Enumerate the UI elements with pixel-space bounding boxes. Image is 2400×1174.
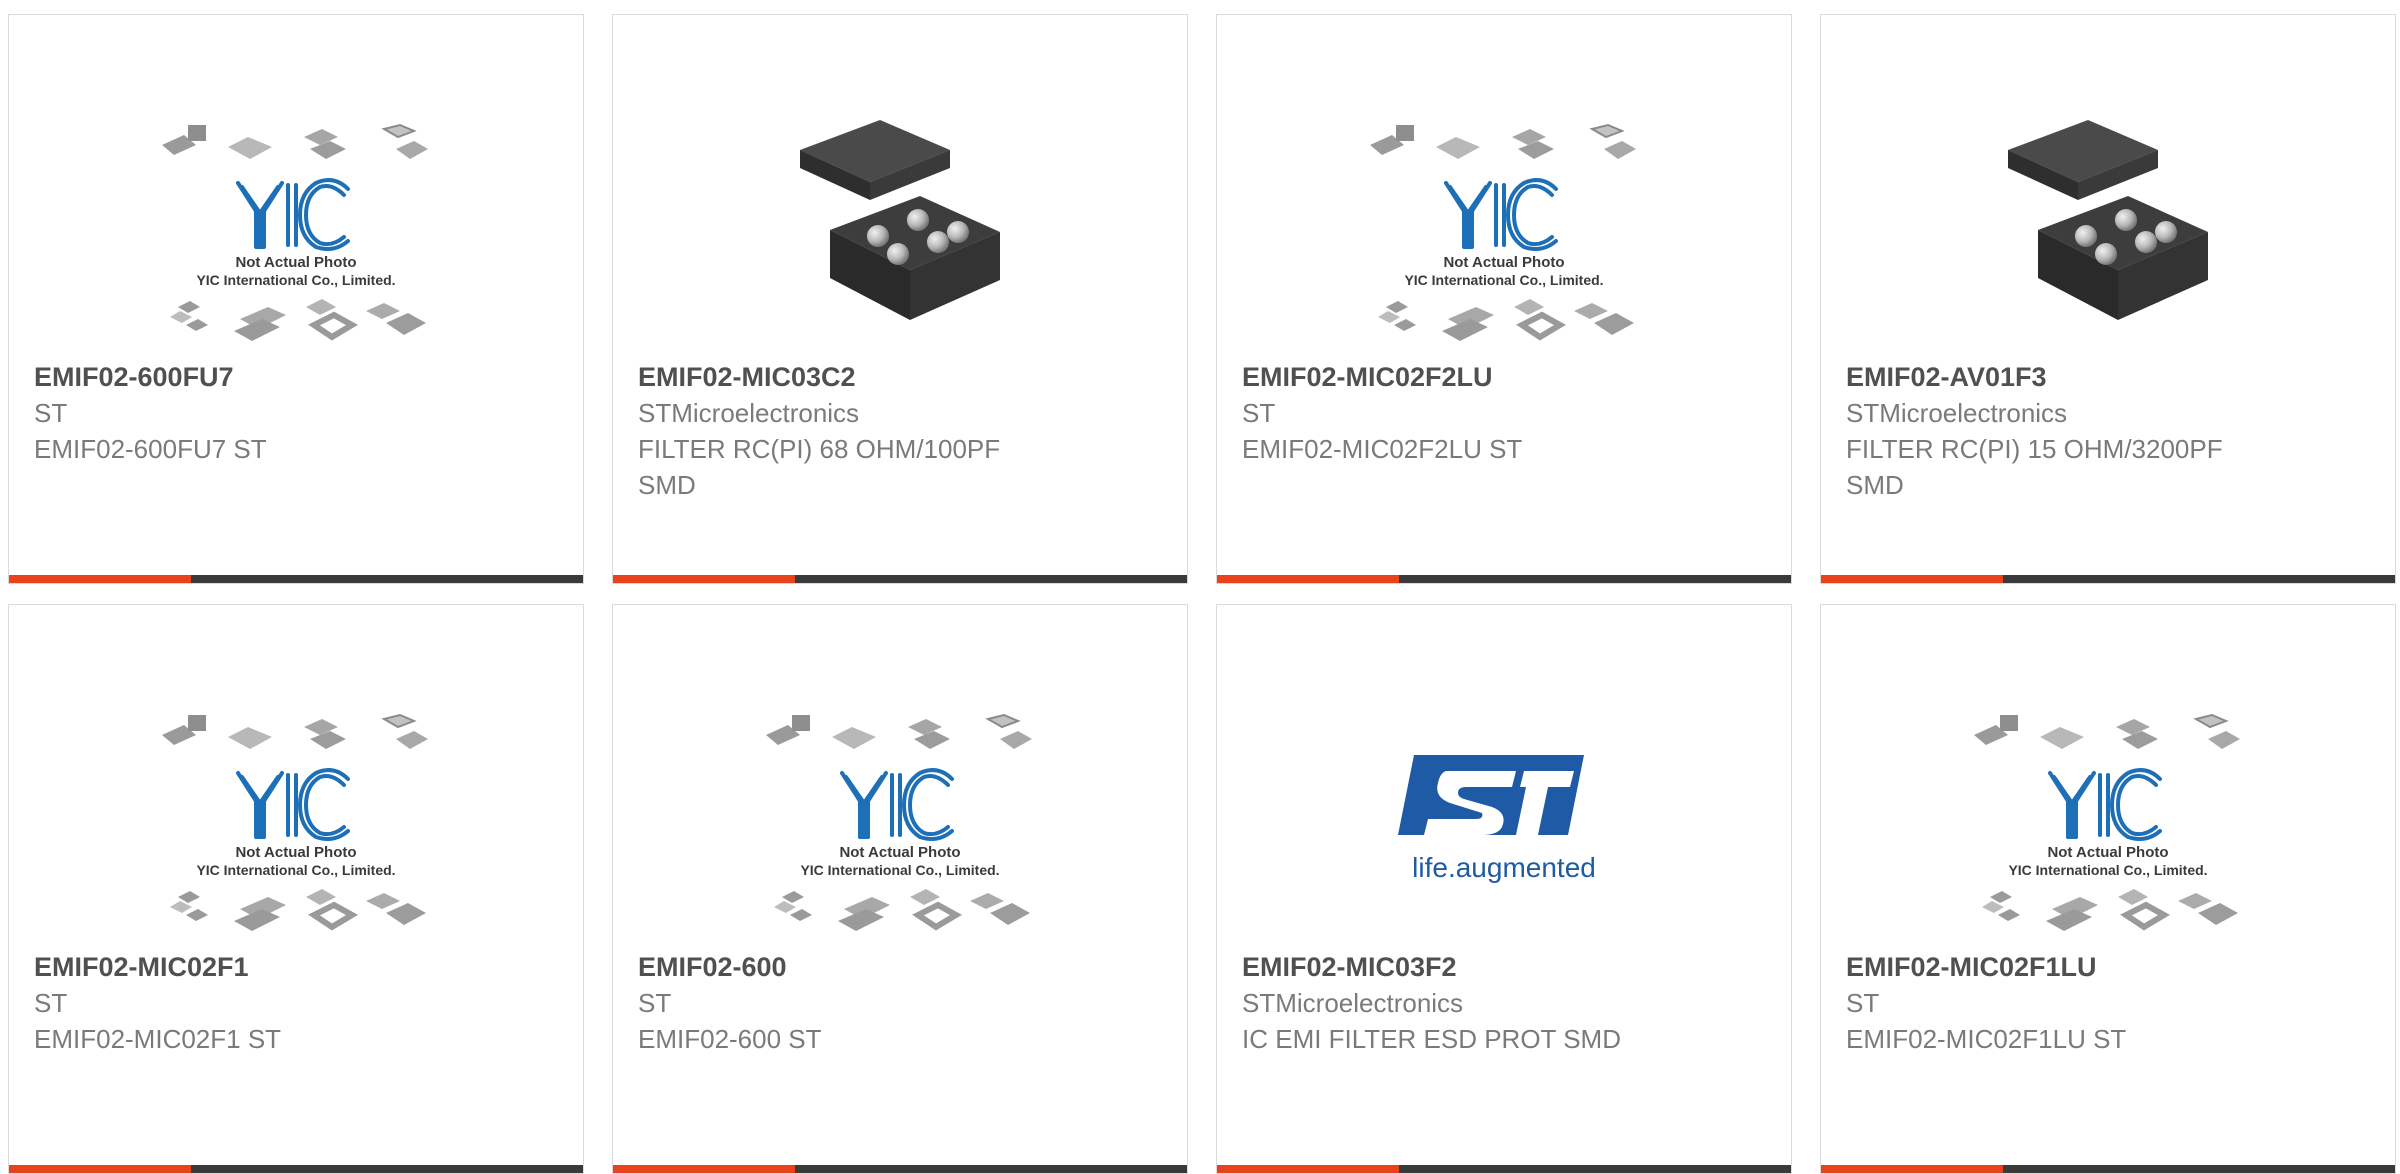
description: EMIF02-MIC02F1 ST: [34, 1024, 282, 1054]
card-bottom-bar: [9, 575, 583, 583]
product-info: EMIF02-MIC02F1LU ST EMIF02-MIC02F1LU ST: [1846, 949, 2370, 1057]
product-thumbnail[interactable]: [1821, 85, 2395, 365]
description: IC EMI FILTER ESD PROT SMD: [1242, 1024, 1621, 1054]
card-bottom-bar: [9, 1165, 583, 1173]
card-bottom-bar: [1217, 575, 1791, 583]
card-bottom-bar: [1217, 1165, 1791, 1173]
company-caption: YIC International Co., Limited.: [196, 272, 395, 288]
product-thumbnail[interactable]: [613, 85, 1187, 365]
manufacturer: ST: [34, 988, 68, 1018]
company-caption: YIC International Co., Limited.: [800, 862, 999, 878]
product-card[interactable]: life.augmented EMIF02-MIC03F2 STMicroele…: [1216, 604, 1792, 1174]
product-card[interactable]: Not Actual Photo YIC International Co., …: [8, 604, 584, 1174]
product-card[interactable]: Not Actual Photo YIC International Co., …: [1216, 14, 1792, 584]
product-card[interactable]: EMIF02-AV01F3 STMicroelectronics FILTER …: [1820, 14, 2396, 584]
card-bottom-bar: [1821, 1165, 2395, 1173]
company-caption: YIC International Co., Limited.: [2008, 862, 2207, 878]
product-info: EMIF02-MIC03F2 STMicroelectronics IC EMI…: [1242, 949, 1766, 1057]
card-accent-bar: [1217, 1165, 1399, 1173]
not-actual-photo-image: Not Actual Photo YIC International Co., …: [161, 124, 429, 355]
product-thumbnail[interactable]: life.augmented: [1217, 675, 1791, 955]
manufacturer: ST: [34, 398, 68, 428]
bga-chip-image: [2008, 120, 2208, 320]
not-actual-photo-image: Not Actual Photo YIC International Co., …: [1973, 714, 2241, 945]
description: EMIF02-MIC02F1LU ST: [1846, 1024, 2127, 1054]
not-actual-photo-image: Not Actual Photo YIC International Co., …: [161, 714, 429, 945]
product-info: EMIF02-MIC03C2 STMicroelectronics FILTER…: [638, 359, 1162, 503]
product-thumbnail[interactable]: Not Actual Photo YIC International Co., …: [1217, 85, 1791, 365]
not-actual-photo-image: Not Actual Photo YIC International Co., …: [765, 714, 1033, 945]
st-logo-image: life.augmented: [1398, 755, 1596, 883]
manufacturer: STMicroelectronics: [1846, 398, 2068, 428]
card-accent-bar: [9, 1165, 191, 1173]
card-bottom-bar: [613, 575, 1187, 583]
product-info: EMIF02-AV01F3 STMicroelectronics FILTER …: [1846, 359, 2370, 503]
part-number[interactable]: EMIF02-MIC03C2: [638, 359, 1162, 395]
card-bottom-bar: [613, 1165, 1187, 1173]
manufacturer: STMicroelectronics: [1242, 988, 1464, 1018]
card-accent-bar: [1217, 575, 1399, 583]
product-thumbnail[interactable]: Not Actual Photo YIC International Co., …: [9, 675, 583, 955]
description: FILTER RC(PI) 68 OHM/100PF SMD: [638, 434, 1001, 500]
card-accent-bar: [613, 1165, 795, 1173]
not-actual-photo-caption: Not Actual Photo: [839, 844, 960, 861]
manufacturer: ST: [638, 988, 672, 1018]
card-accent-bar: [9, 575, 191, 583]
product-card[interactable]: Not Actual Photo YIC International Co., …: [8, 14, 584, 584]
part-number[interactable]: EMIF02-AV01F3: [1846, 359, 2370, 395]
not-actual-photo-caption: Not Actual Photo: [2047, 844, 2168, 861]
not-actual-photo-image: Not Actual Photo YIC International Co., …: [1369, 124, 1637, 355]
not-actual-photo-caption: Not Actual Photo: [235, 844, 356, 861]
product-info: EMIF02-MIC02F1 ST EMIF02-MIC02F1 ST: [34, 949, 558, 1057]
product-card[interactable]: EMIF02-MIC03C2 STMicroelectronics FILTER…: [612, 14, 1188, 584]
part-number[interactable]: EMIF02-MIC03F2: [1242, 949, 1766, 985]
product-card[interactable]: Not Actual Photo YIC International Co., …: [1820, 604, 2396, 1174]
description: EMIF02-MIC02F2LU ST: [1242, 434, 1523, 464]
description: FILTER RC(PI) 15 OHM/3200PF SMD: [1846, 434, 2223, 500]
product-thumbnail[interactable]: Not Actual Photo YIC International Co., …: [613, 675, 1187, 955]
product-thumbnail[interactable]: Not Actual Photo YIC International Co., …: [9, 85, 583, 365]
not-actual-photo-caption: Not Actual Photo: [1443, 254, 1564, 271]
part-number[interactable]: EMIF02-MIC02F2LU: [1242, 359, 1766, 395]
company-caption: YIC International Co., Limited.: [1404, 272, 1603, 288]
product-info: EMIF02-MIC02F2LU ST EMIF02-MIC02F2LU ST: [1242, 359, 1766, 467]
bga-chip-image: [800, 120, 1000, 320]
part-number[interactable]: EMIF02-MIC02F1LU: [1846, 949, 2370, 985]
part-number[interactable]: EMIF02-600: [638, 949, 1162, 985]
description: EMIF02-600 ST: [638, 1024, 822, 1054]
manufacturer: ST: [1242, 398, 1276, 428]
card-accent-bar: [1821, 1165, 2003, 1173]
card-accent-bar: [1821, 575, 2003, 583]
manufacturer: STMicroelectronics: [638, 398, 860, 428]
part-number[interactable]: EMIF02-MIC02F1: [34, 949, 558, 985]
part-number[interactable]: EMIF02-600FU7: [34, 359, 558, 395]
description: EMIF02-600FU7 ST: [34, 434, 267, 464]
card-bottom-bar: [1821, 575, 2395, 583]
card-accent-bar: [613, 575, 795, 583]
not-actual-photo-caption: Not Actual Photo: [235, 254, 356, 271]
product-grid: Not Actual Photo YIC International Co., …: [0, 0, 2400, 1174]
company-caption: YIC International Co., Limited.: [196, 862, 395, 878]
product-thumbnail[interactable]: Not Actual Photo YIC International Co., …: [1821, 675, 2395, 955]
product-info: EMIF02-600 ST EMIF02-600 ST: [638, 949, 1162, 1057]
st-logo-tagline: life.augmented: [1412, 852, 1596, 883]
product-info: EMIF02-600FU7 ST EMIF02-600FU7 ST: [34, 359, 558, 467]
manufacturer: ST: [1846, 988, 1880, 1018]
product-card[interactable]: Not Actual Photo YIC International Co., …: [612, 604, 1188, 1174]
